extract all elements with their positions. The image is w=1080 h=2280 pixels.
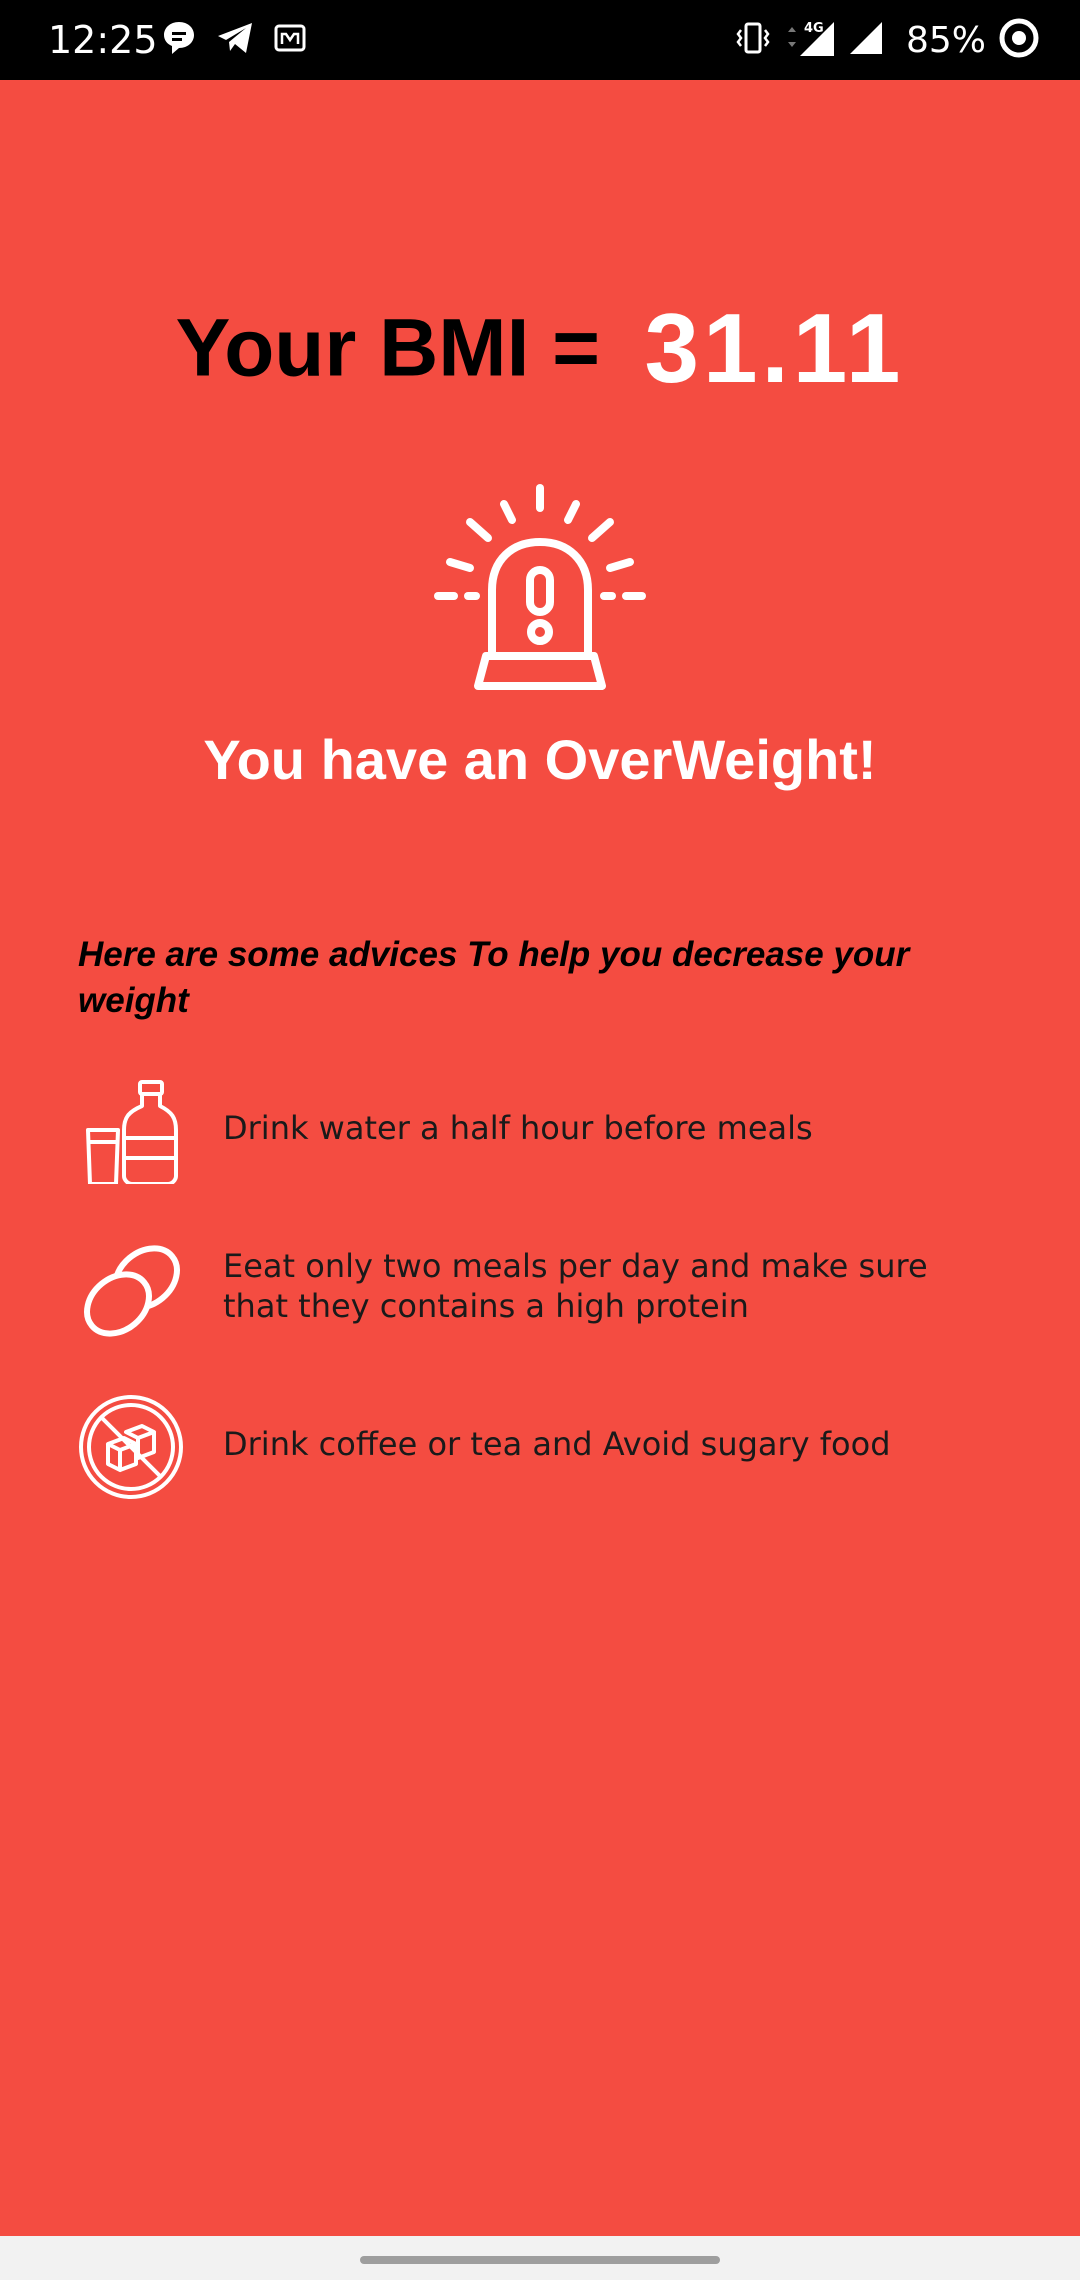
eggs-icon — [78, 1238, 184, 1344]
notification-icons — [162, 18, 306, 62]
no-sugar-icon — [78, 1394, 184, 1500]
battery-ring-icon — [998, 17, 1040, 64]
vibrate-icon — [734, 21, 772, 60]
home-gesture-handle[interactable] — [360, 2256, 720, 2264]
telegram-icon — [216, 21, 254, 60]
bmi-value: 31.11 — [644, 293, 905, 403]
status-bar: 12:25 4G 85% — [0, 0, 1080, 80]
advice-heading: Here are some advices To help you decrea… — [78, 935, 910, 1020]
svg-text:4G: 4G — [804, 21, 824, 36]
weight-category-message: You have an OverWeight! — [203, 728, 877, 791]
bmi-label: Your BMI = — [175, 302, 601, 394]
bmi-result-row: Your BMI = 31.11 — [0, 292, 1080, 405]
chat-bubble-icon — [162, 20, 196, 61]
advice-item-no-sugar: Drink coffee or tea and Avoid sugary foo… — [78, 1394, 998, 1504]
advice-text: Drink water a half hour before meals — [223, 1109, 813, 1147]
advice-item-water: Drink water a half hour before meals — [78, 1078, 998, 1188]
cell-signal-icon — [848, 20, 884, 61]
system-status-icons: 4G 85% — [734, 16, 1040, 64]
battery-percent: 85% — [905, 19, 986, 61]
advice-item-protein: Eeat only two meals per day and make sur… — [78, 1238, 998, 1348]
water-bottle-icon — [78, 1078, 184, 1186]
advice-text: Eeat only two meals per day and make sur… — [223, 1247, 928, 1325]
m-app-icon — [274, 24, 306, 57]
status-time: 12:25 — [48, 18, 158, 62]
navigation-bar — [0, 2236, 1080, 2280]
mobile-signal-4g-icon: 4G — [784, 18, 836, 63]
advice-text: Drink coffee or tea and Avoid sugary foo… — [223, 1425, 891, 1463]
alarm-siren-icon — [432, 480, 648, 696]
